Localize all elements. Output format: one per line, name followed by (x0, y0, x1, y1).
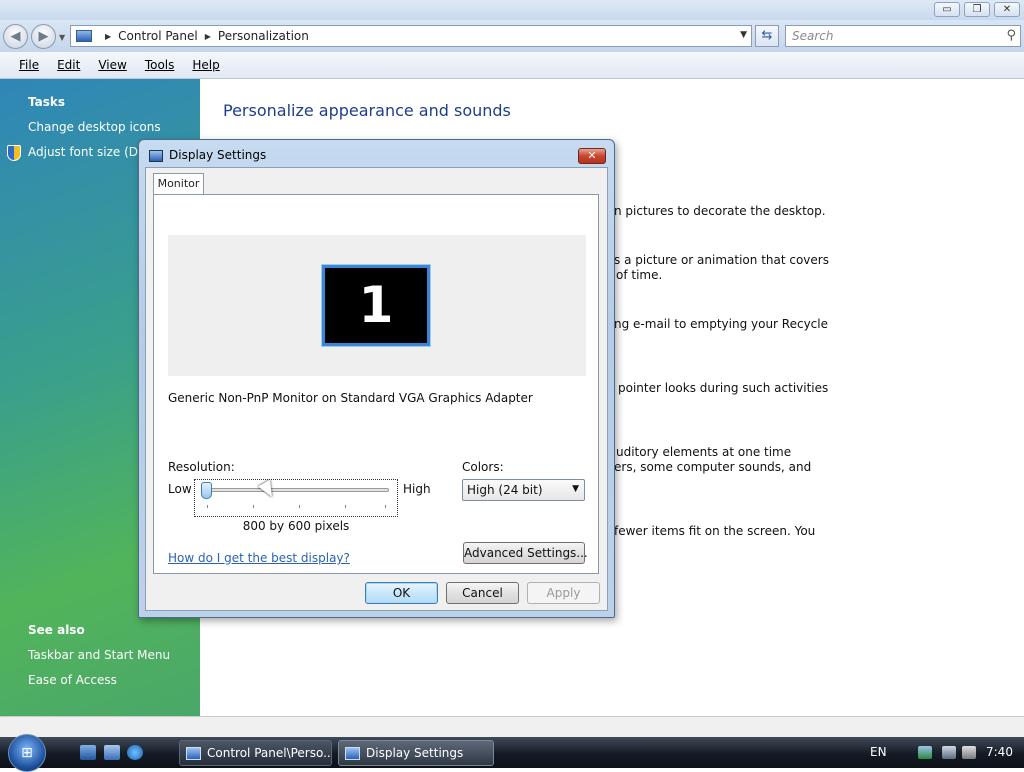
menu-edit[interactable]: Edit (57, 58, 80, 72)
menu-bar: File Edit View Tools Help (0, 52, 1024, 79)
resolution-slider[interactable] (194, 479, 398, 517)
forward-button[interactable]: ▶ (31, 24, 56, 49)
dialog-body: Monitor 1 Generic Non-PnP Monitor on Sta… (145, 167, 608, 611)
maximize-button[interactable]: ❐ (964, 2, 990, 17)
recent-pages-dropdown-icon[interactable]: ▼ (59, 33, 65, 42)
slider-track (205, 488, 389, 492)
slider-tick (253, 505, 254, 508)
dialog-title: Display Settings (169, 148, 267, 162)
content-text: pointer looks during such activities (618, 381, 829, 395)
computer-icon[interactable] (942, 746, 956, 759)
tasks-heading: Tasks (28, 95, 66, 109)
page-title: Personalize appearance and sounds (223, 101, 511, 120)
control-panel-icon (186, 746, 201, 760)
link-taskbar-start-menu[interactable]: Taskbar and Start Menu (28, 648, 170, 662)
breadcrumb-separator-icon[interactable]: ▶ (205, 32, 211, 41)
apply-button[interactable]: Apply (527, 582, 600, 604)
monitor-name: Generic Non-PnP Monitor on Standard VGA … (168, 391, 533, 405)
back-button[interactable]: ◀ (3, 24, 28, 49)
uac-shield-icon (7, 145, 21, 161)
search-icon[interactable]: ⚲ (1006, 28, 1016, 43)
window-titlebar: ▭ ❐ ✕ (0, 0, 1024, 20)
taskbar-button-label: Display Settings (366, 746, 464, 760)
content-text: s a picture or animation that covers (614, 253, 829, 267)
content-text: uditory elements at one time (616, 445, 792, 459)
taskbar-button-display-settings[interactable]: Display Settings (338, 740, 494, 766)
taskbar-button-control-panel[interactable]: Control Panel\Perso... (179, 740, 332, 766)
internet-explorer-icon[interactable] (127, 745, 143, 760)
display-settings-icon (345, 746, 360, 760)
address-bar[interactable]: ▶ Control Panel ▶ Personalization ▼ (70, 25, 752, 47)
refresh-button[interactable]: ⇆ (755, 25, 779, 47)
colors-dropdown[interactable]: High (24 bit) ▼ (462, 479, 585, 501)
close-window-button[interactable]: ✕ (994, 2, 1020, 17)
content-text: fewer items fit on the screen. You (614, 524, 816, 538)
taskbar-button-label: Control Panel\Perso... (207, 746, 332, 760)
content-text: of time. (616, 268, 663, 282)
tab-monitor[interactable]: Monitor (153, 173, 204, 195)
ok-button[interactable]: OK (365, 582, 438, 604)
slider-tick (345, 505, 346, 508)
menu-tools[interactable]: Tools (145, 58, 175, 72)
show-desktop-icon[interactable] (80, 745, 96, 760)
language-indicator[interactable]: EN (870, 745, 887, 759)
menu-file[interactable]: File (19, 58, 39, 72)
task-adjust-font-size[interactable]: Adjust font size (DPI) (28, 145, 153, 159)
colors-label: Colors: (462, 460, 504, 474)
network-icon[interactable] (918, 746, 932, 759)
resolution-value: 800 by 600 pixels (242, 519, 350, 533)
slider-tick (385, 505, 386, 508)
cancel-button[interactable]: Cancel (446, 582, 519, 604)
taskbar: ⊞ Control Panel\Perso... Display Setting… (0, 734, 1024, 772)
monitor-tab-panel: 1 Generic Non-PnP Monitor on Standard VG… (153, 194, 599, 574)
search-input[interactable]: Search ⚲ (785, 25, 1021, 47)
colors-value: High (24 bit) (467, 483, 543, 497)
display-settings-dialog: Display Settings ✕ Monitor 1 Generic Non… (138, 139, 615, 618)
task-change-desktop-icons[interactable]: Change desktop icons (28, 120, 161, 134)
status-bar (0, 716, 1024, 737)
breadcrumb-control-panel[interactable]: Control Panel (118, 29, 198, 43)
search-placeholder: Search (792, 29, 834, 43)
monitor-1-tile[interactable]: 1 (322, 265, 430, 346)
display-settings-icon (149, 150, 163, 162)
clock[interactable]: 7:40 (986, 745, 1013, 759)
control-panel-icon (76, 30, 92, 42)
breadcrumb-personalization[interactable]: Personalization (218, 29, 309, 43)
slider-thumb[interactable] (201, 482, 212, 499)
resolution-high-label: High (403, 482, 431, 496)
volume-muted-icon[interactable] (962, 746, 976, 759)
content-text: ng e-mail to emptying your Recycle (614, 317, 828, 331)
content-text: n pictures to decorate the desktop. (614, 204, 826, 218)
see-also-heading: See also (28, 623, 85, 637)
slider-tick (299, 505, 300, 508)
menu-view[interactable]: View (98, 58, 126, 72)
resolution-label: Resolution: (168, 460, 235, 474)
dialog-close-button[interactable]: ✕ (578, 148, 606, 164)
switch-windows-icon[interactable] (104, 745, 120, 760)
best-display-help-link[interactable]: How do I get the best display? (168, 551, 350, 565)
minimize-button[interactable]: ▭ (934, 2, 960, 17)
navigation-bar: ◀ ▶ ▼ ▶ Control Panel ▶ Personalization … (0, 20, 1024, 52)
menu-help[interactable]: Help (192, 58, 219, 72)
address-dropdown-icon[interactable]: ▼ (740, 30, 747, 40)
link-ease-of-access[interactable]: Ease of Access (28, 673, 117, 687)
content-text: ers, some computer sounds, and (614, 460, 812, 474)
slider-tick (207, 505, 208, 508)
chevron-down-icon: ▼ (572, 484, 579, 494)
monitor-arrangement-area: 1 (168, 235, 586, 376)
advanced-settings-button[interactable]: Advanced Settings... (463, 542, 588, 564)
start-button[interactable]: ⊞ (8, 734, 46, 772)
resolution-low-label: Low (168, 482, 192, 496)
breadcrumb-separator-icon[interactable]: ▶ (105, 32, 111, 41)
